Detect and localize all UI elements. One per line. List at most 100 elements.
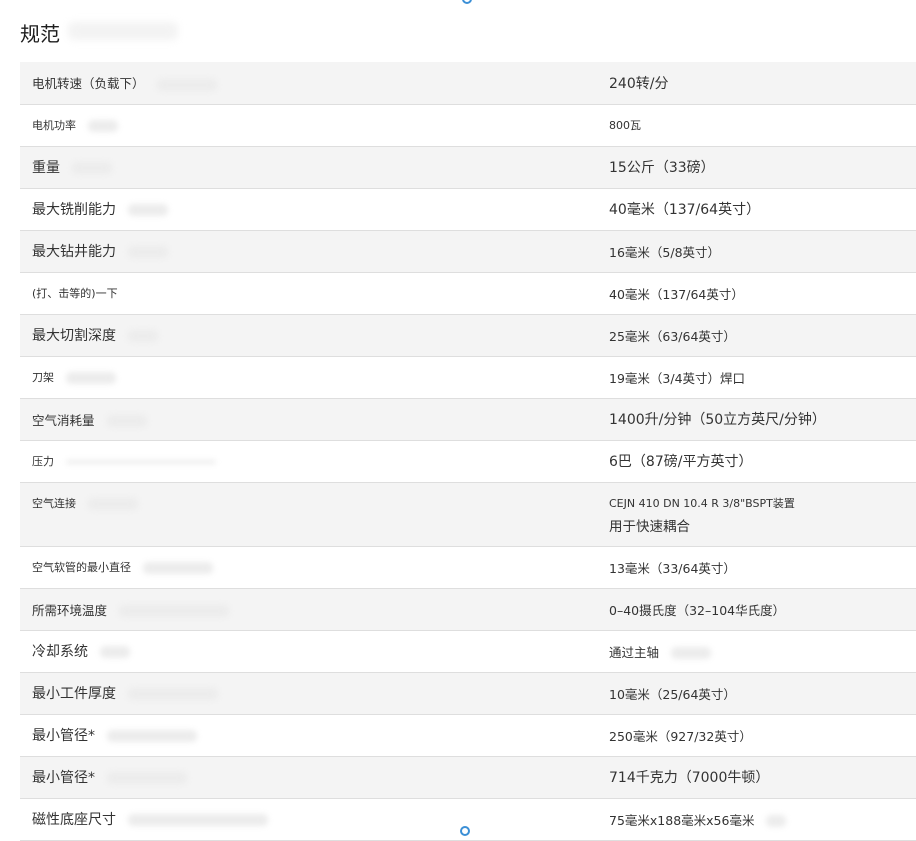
spec-value-cell: 40毫米（137/64英寸）	[597, 188, 916, 231]
spec-label: 空气消耗量	[32, 412, 95, 428]
spec-label-cell: 最小管径*	[20, 756, 597, 799]
spec-value: 250毫米（927/32英寸）	[609, 728, 752, 744]
blur-placeholder	[671, 647, 712, 659]
spec-value: 6巴（87磅/平方英寸）	[609, 454, 753, 470]
spec-row: 刀架 19毫米（3/4英寸）焊口	[20, 356, 916, 399]
blur-placeholder	[66, 460, 216, 464]
title-blur-placeholder	[68, 22, 178, 40]
spec-label: 重量	[32, 160, 60, 176]
blur-placeholder	[88, 497, 138, 510]
spec-label: 刀架	[32, 371, 54, 384]
spec-row: 最大钻井能力 16毫米（5/8英寸）	[20, 230, 916, 273]
spec-value: 75毫米x188毫米x56毫米	[609, 812, 755, 828]
loading-indicator-bottom	[460, 826, 470, 836]
spec-label: 电机转速（负载下）	[32, 76, 145, 92]
spec-label: 最小工件厚度	[32, 686, 116, 702]
spec-value-cell: 40毫米（137/64英寸）	[597, 272, 916, 315]
spec-value: 40毫米（137/64英寸）	[609, 202, 761, 218]
spec-value-cell: 通过主轴	[597, 630, 916, 673]
spec-value: 25毫米（63/64英寸）	[609, 328, 736, 344]
spec-label-cell: 所需环境温度	[20, 588, 597, 631]
spec-value: 通过主轴	[609, 644, 660, 660]
spec-value-cell: 25毫米（63/64英寸）	[597, 314, 916, 357]
spec-value-cell: 19毫米（3/4英寸）焊口	[597, 356, 916, 399]
spec-row: 最小管径* 714千克力（7000牛顿）	[20, 756, 916, 799]
spec-label: (打、击等的)一下	[32, 287, 118, 300]
spec-row: 最大铣削能力 40毫米（137/64英寸）	[20, 188, 916, 231]
spec-value-cell: 250毫米（927/32英寸）	[597, 714, 916, 757]
spec-value: 19毫米（3/4英寸）焊口	[609, 370, 746, 386]
spec-row: 重量 15公斤（33磅）	[20, 146, 916, 189]
spec-label: 空气软管的最小直径	[32, 561, 131, 574]
spec-value: 16毫米（5/8英寸）	[609, 244, 721, 260]
spec-label: 冷却系统	[32, 644, 88, 660]
spec-row: 压力 6巴（87磅/平方英寸）	[20, 440, 916, 483]
spec-value: 800瓦	[609, 119, 641, 132]
spec-value-cell: 75毫米x188毫米x56毫米	[597, 798, 916, 841]
blur-placeholder	[128, 688, 218, 700]
spec-label-cell: 空气消耗量	[20, 398, 597, 441]
spec-value-cell: 0–40摄氏度（32–104华氏度）	[597, 588, 916, 631]
spec-value-line2: 用于快速耦合	[609, 518, 690, 535]
spec-label-cell: 最小管径*	[20, 714, 597, 757]
spec-value-cell: 10毫米（25/64英寸）	[597, 672, 916, 715]
blur-placeholder	[156, 78, 217, 91]
blur-placeholder	[119, 605, 230, 617]
spec-row: 所需环境温度 0–40摄氏度（32–104华氏度）	[20, 588, 916, 631]
spec-label-cell: 电机转速（负载下）	[20, 62, 597, 105]
spec-row: 空气软管的最小直径 13毫米（33/64英寸）	[20, 546, 916, 589]
spec-label: 电机功率	[32, 119, 76, 132]
spec-table: 电机转速（负载下） 240转/分 电机功率 800瓦 重量 15公斤（33磅） …	[20, 62, 916, 841]
spec-label-cell: 最大切割深度	[20, 314, 597, 357]
spec-value: 714千克力（7000牛顿）	[609, 770, 770, 786]
spec-value-cell: 16毫米（5/8英寸）	[597, 230, 916, 273]
spec-label-cell: 电机功率	[20, 104, 597, 147]
blur-placeholder	[66, 372, 116, 384]
spec-row: 最小工件厚度 10毫米（25/64英寸）	[20, 672, 916, 715]
blur-placeholder	[72, 162, 112, 174]
spec-label-cell: 空气连接	[20, 482, 597, 547]
blur-placeholder	[128, 204, 168, 216]
spec-value: CEJN 410 DN 10.4 R 3/8"BSPT装置	[609, 496, 795, 510]
spec-row: 最小管径* 250毫米（927/32英寸）	[20, 714, 916, 757]
spec-row: 空气连接 CEJN 410 DN 10.4 R 3/8"BSPT装置 用于快速耦合	[20, 482, 916, 547]
spec-value: 1400升/分钟（50立方英尺/分钟）	[609, 412, 826, 428]
blur-placeholder	[100, 646, 130, 658]
blur-placeholder	[106, 415, 147, 427]
spec-label-cell: (打、击等的)一下	[20, 272, 597, 315]
spec-value-cell: 6巴（87磅/平方英寸）	[597, 440, 916, 483]
spec-label: 最小管径*	[32, 728, 95, 744]
spec-row: 电机转速（负载下） 240转/分	[20, 62, 916, 105]
spec-label-cell: 空气软管的最小直径	[20, 546, 597, 589]
spec-value: 10毫米（25/64英寸）	[609, 686, 736, 702]
spec-value: 240转/分	[609, 75, 669, 92]
blur-placeholder	[128, 814, 268, 826]
spec-row: (打、击等的)一下 40毫米（137/64英寸）	[20, 272, 916, 315]
blur-placeholder	[128, 330, 158, 342]
spec-label-cell: 刀架	[20, 356, 597, 399]
spec-value-cell: 1400升/分钟（50立方英尺/分钟）	[597, 398, 916, 441]
spec-label: 空气连接	[32, 496, 76, 510]
spec-value-cell: 13毫米（33/64英寸）	[597, 546, 916, 589]
spec-value-cell: 15公斤（33磅）	[597, 146, 916, 189]
spec-row: 电机功率 800瓦	[20, 104, 916, 147]
page-title: 规范	[20, 22, 60, 46]
spec-label-cell: 压力	[20, 440, 597, 483]
spec-label-cell: 冷却系统	[20, 630, 597, 673]
spec-label-cell: 最小工件厚度	[20, 672, 597, 715]
spec-value-cell: 240转/分	[597, 62, 916, 105]
blur-placeholder	[128, 246, 168, 258]
spec-label: 所需环境温度	[32, 602, 108, 618]
spec-row: 冷却系统 通过主轴	[20, 630, 916, 673]
spec-label-cell: 最大钻井能力	[20, 230, 597, 273]
blur-placeholder	[107, 772, 187, 784]
spec-label: 最小管径*	[32, 770, 95, 786]
spec-label-cell: 最大铣削能力	[20, 188, 597, 231]
spec-value: 40毫米（137/64英寸）	[609, 286, 744, 302]
loading-indicator-top	[462, 0, 472, 4]
spec-label-cell: 磁性底座尺寸	[20, 798, 597, 841]
spec-row: 空气消耗量 1400升/分钟（50立方英尺/分钟）	[20, 398, 916, 441]
spec-value-cell: CEJN 410 DN 10.4 R 3/8"BSPT装置 用于快速耦合	[597, 482, 916, 547]
spec-label: 磁性底座尺寸	[32, 812, 116, 828]
spec-value-cell: 800瓦	[597, 104, 916, 147]
